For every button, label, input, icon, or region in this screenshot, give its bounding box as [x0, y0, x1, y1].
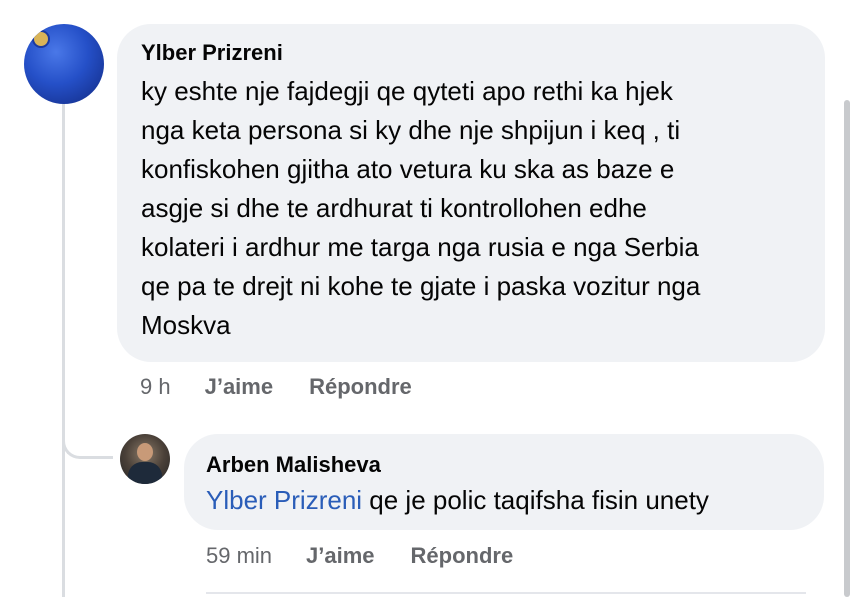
avatar-person-head [137, 443, 153, 461]
comment-thread: Ylber Prizreni ky eshte nje fajdegji qe … [0, 0, 850, 597]
comment-author[interactable]: Ylber Prizreni [141, 38, 797, 68]
avatar[interactable] [120, 434, 170, 484]
mention-link[interactable]: Ylber Prizreni [206, 485, 362, 515]
next-item-edge [206, 592, 806, 597]
reply-bubble: Arben Malisheva Ylber Prizreni qe je pol… [184, 434, 824, 530]
reply-button[interactable]: Répondre [309, 374, 412, 400]
scrollbar[interactable] [844, 100, 850, 597]
reply-author[interactable]: Arben Malisheva [206, 450, 800, 480]
like-button[interactable]: J’aime [205, 374, 274, 400]
comment-actions: 9 h J’aime Répondre [140, 374, 448, 400]
comment-bubble: Ylber Prizreni ky eshte nje fajdegji qe … [117, 24, 825, 362]
avatar-person-body [128, 462, 162, 484]
thread-reply-connector [62, 420, 113, 459]
avatar-badge-icon [34, 32, 48, 46]
reply-timestamp[interactable]: 59 min [206, 543, 272, 569]
like-button[interactable]: J’aime [306, 543, 375, 569]
reply-button[interactable]: Répondre [411, 543, 514, 569]
reply-actions: 59 min J’aime Répondre [206, 543, 549, 569]
avatar[interactable] [24, 24, 104, 104]
comment-timestamp[interactable]: 9 h [140, 374, 171, 400]
reply-text-body: qe je polic taqifsha fisin unety [362, 485, 709, 515]
thread-line [62, 103, 65, 597]
comment-text: ky eshte nje fajdegji qe qyteti apo reth… [141, 76, 701, 340]
reply-text: Ylber Prizreni qe je polic taqifsha fisi… [206, 482, 800, 518]
